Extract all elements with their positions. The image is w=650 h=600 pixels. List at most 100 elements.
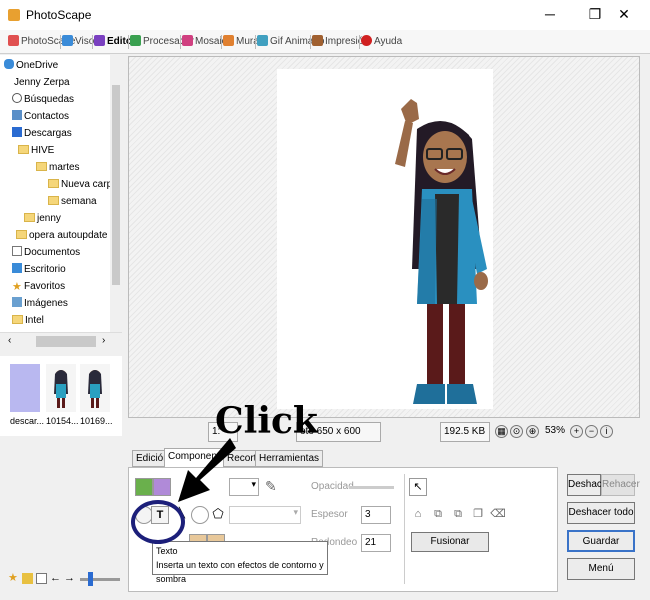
tree-item-documentos[interactable]: Documentos [12,245,80,261]
photo-preview[interactable] [277,69,493,409]
image-canvas[interactable] [128,56,640,418]
window-title: PhotoScape [26,8,92,22]
print-icon [312,35,323,46]
cursor-icon[interactable]: ↖ [409,478,427,496]
save-button[interactable]: Guardar [567,530,635,552]
eyedropper-icon[interactable]: ✎ [265,478,277,495]
copy-icon[interactable]: ❐ [469,506,487,524]
tree-vertical-scrollbar[interactable] [110,55,122,332]
folder-icon [36,162,47,171]
back-icon[interactable]: ← [50,573,61,584]
tree-item-jenny-zerpa[interactable]: Jenny Zerpa [14,75,70,91]
rounding-input[interactable]: 21 [361,534,391,552]
info-icon[interactable]: i [600,425,613,438]
help-icon [361,35,372,46]
scrollbar-thumb[interactable] [36,336,96,347]
star-icon[interactable]: ★ [8,573,19,584]
tooltip-title: Texto [156,546,178,556]
cloud-icon [4,59,14,69]
tree-item-descargas[interactable]: Descargas [12,126,72,142]
tab-herramientas[interactable]: Herramientas [255,450,324,467]
folder-open-icon[interactable] [36,573,47,584]
tree-item-imagenes[interactable]: Imágenes [12,296,68,312]
contacts-icon [12,110,22,120]
photoscape-icon [8,35,19,46]
tooltip-description: Inserta un texto con efectos de contorno… [156,560,324,584]
zoom-percent: 53% [545,425,566,436]
tree-item-escritorio[interactable]: Escritorio [12,262,66,278]
folder-icon [24,213,35,222]
folder-icon [16,230,27,239]
zoom-actual-icon[interactable]: ⊕ [526,425,539,438]
thumbnail-image[interactable] [80,364,110,412]
redo-button[interactable]: Rehacer [601,474,640,496]
opacity-slider[interactable] [349,486,394,489]
folder-icon [48,196,59,205]
tree-item-contactos[interactable]: Contactos [12,109,69,125]
scroll-right-icon[interactable]: › [102,335,105,346]
tree-item-hive[interactable]: HIVE [18,143,54,159]
tree-item-onedrive[interactable]: OneDrive [4,58,58,74]
viewer-icon [62,35,73,46]
bring-front-icon[interactable]: ⧉ [429,506,447,524]
slider-handle[interactable] [88,572,93,586]
tree-horizontal-scrollbar[interactable]: ‹ › [0,332,122,350]
zoom-in-icon[interactable]: + [570,425,583,438]
forward-icon[interactable]: → [64,573,75,584]
batch-icon [130,35,141,46]
gif-icon [257,35,268,46]
merge-button[interactable]: Fusionar [411,532,489,552]
thumbnail-image[interactable] [46,364,76,412]
mural-icon [223,35,234,46]
download-icon [12,127,22,137]
tree-item-intel[interactable]: Intel [12,313,44,329]
file-size: 192.5 KB [440,422,490,442]
lock-icon[interactable]: ⌂ [409,506,427,524]
fit-icon[interactable]: ▦ [495,425,508,438]
photoscape-app-icon [8,9,20,21]
photo-insert-icon[interactable] [135,478,153,496]
folder-icon [48,179,59,188]
desktop-icon [12,263,22,273]
mosaic-icon [182,35,193,46]
search-icon [12,93,22,103]
tree-item-martes[interactable]: martes [36,160,80,176]
main-tabs: PhotoScape Visor Editor Procesador Mosai… [0,30,650,54]
tree-item-opera-autoupdate[interactable]: opera autoupdate [16,228,107,244]
undo-button[interactable]: Deshacer [567,474,611,496]
close-button[interactable]: ✕ [612,4,636,24]
document-icon [12,246,22,256]
tree-item-jenny[interactable]: jenny [24,211,61,227]
divider [404,474,405,584]
bitmoji-figure-image [395,99,488,404]
scrollbar-thumb[interactable] [112,85,120,285]
zoom-fit-icon[interactable]: ⊙ [510,425,523,438]
tree-item-favoritos[interactable]: ★ Favoritos [12,279,65,295]
folder-icon [18,145,29,154]
minimize-button[interactable]: ─ [538,4,562,24]
scroll-left-icon[interactable]: ‹ [8,335,11,346]
recycle-icon[interactable] [22,573,33,584]
thumbnail-caption: 10154... [46,416,79,426]
maximize-button[interactable]: ❐ [583,4,607,24]
undo-all-button[interactable]: Deshacer todo [567,502,635,524]
tree-item-busquedas[interactable]: Búsquedas [12,92,74,108]
thickness-input[interactable]: 3 [361,506,391,524]
tree-item-semana[interactable]: semana [48,194,97,210]
thumbnail-size-slider[interactable] [80,578,120,581]
opacity-label: Opacidad [311,481,354,492]
thumbnail-caption: descar... [10,416,45,426]
send-back-icon[interactable]: ⧉ [449,506,467,524]
delete-icon[interactable]: ⌫ [489,506,507,524]
tab-ayuda[interactable]: Ayuda [361,33,402,51]
zoom-out-icon[interactable]: − [585,425,598,438]
thickness-label: Espesor [311,509,348,520]
folder-tree: OneDrive Jenny Zerpa Búsquedas Contactos… [0,55,122,332]
thumbnail-caption: 10169... [80,416,113,426]
object-icon[interactable] [153,478,171,496]
thumbnail-image[interactable] [10,364,40,412]
menu-button[interactable]: Menú [567,558,635,580]
star-icon: ★ [12,281,22,293]
pointer-arrow-icon [178,438,236,502]
title-bar: PhotoScape ─ ❐ ✕ [0,0,650,30]
